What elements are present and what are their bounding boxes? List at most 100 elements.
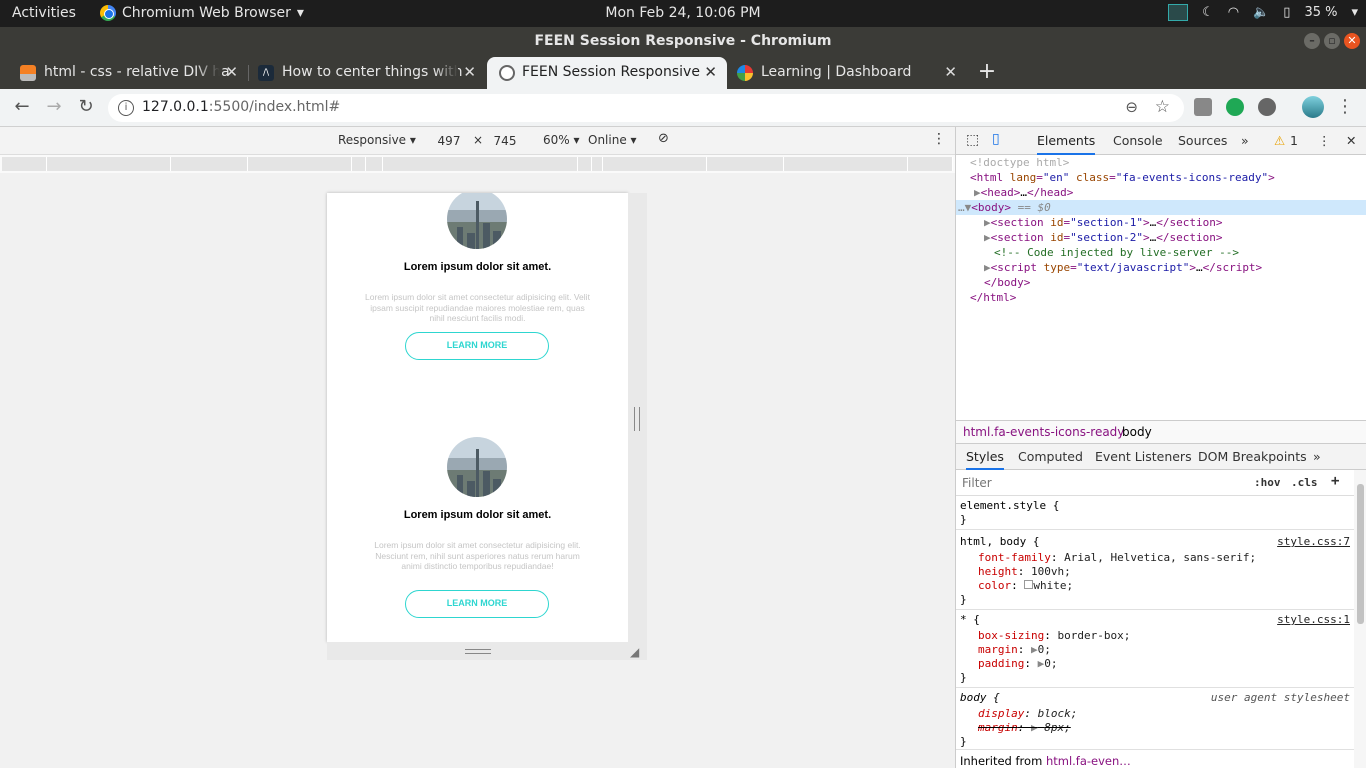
css-property[interactable]: height: 100vh;: [978, 565, 1071, 579]
grammarly-icon[interactable]: [1226, 98, 1244, 116]
tab-strip: html - css - relative DIV ha ✕ /\ How to…: [0, 55, 1366, 89]
zoom-select[interactable]: 60% ▾: [543, 133, 580, 147]
bookmark-star-icon[interactable]: ☆: [1155, 97, 1170, 117]
new-rule-button[interactable]: +: [1331, 473, 1339, 489]
close-devtools-icon[interactable]: ✕: [1346, 133, 1356, 148]
hov-toggle[interactable]: :hov: [1254, 476, 1281, 489]
dom-html-node[interactable]: <html lang="en" class="fa-events-icons-r…: [956, 170, 1366, 185]
compass-extension-icon[interactable]: [1258, 98, 1276, 116]
device-select[interactable]: Responsive ▾: [338, 133, 416, 147]
close-tab-icon[interactable]: ✕: [463, 57, 476, 87]
dom-comment-node[interactable]: <!-- Code injected by live-server -->: [956, 245, 1366, 260]
system-monitor-icon[interactable]: [1168, 4, 1189, 21]
tab-console[interactable]: Console: [1113, 133, 1163, 148]
warning-icon[interactable]: ⚠: [1274, 133, 1285, 148]
avatar[interactable]: [1302, 96, 1324, 118]
styles-scrollbar[interactable]: [1354, 470, 1366, 768]
rule-source-link[interactable]: style.css:7: [1277, 535, 1350, 549]
back-button[interactable]: ←: [11, 97, 33, 119]
wifi-icon: ◠: [1227, 5, 1240, 20]
dom-tree[interactable]: <!doctype html> <html lang="en" class="f…: [956, 155, 1366, 420]
breadcrumb-body[interactable]: body: [1122, 425, 1152, 439]
inspect-element-icon[interactable]: ⬚: [966, 132, 979, 148]
tab-center-things[interactable]: /\ How to center things with ✕: [238, 57, 486, 89]
dom-html-close[interactable]: </html>: [956, 290, 1366, 305]
city-image: [447, 437, 507, 497]
rule-selector[interactable]: * {: [960, 613, 980, 627]
menu-kebab-icon[interactable]: ⋮: [1334, 97, 1356, 119]
new-tab-button[interactable]: +: [976, 59, 998, 85]
learn-more-button[interactable]: LEARN MORE: [405, 332, 549, 360]
media-query-bar[interactable]: [0, 155, 955, 173]
breadcrumb-html[interactable]: html.fa-events-icons-ready: [963, 425, 1124, 439]
address-bar[interactable]: i 127.0.0.1:5500/index.html# ⊖ ☆: [108, 94, 1184, 122]
styles-filter-input[interactable]: [962, 475, 1242, 491]
close-tab-icon[interactable]: ✕: [704, 57, 717, 87]
maximize-button[interactable]: ▫: [1324, 33, 1340, 49]
more-tabs-icon[interactable]: »: [1313, 449, 1321, 464]
rule-close: }: [960, 735, 967, 748]
css-property[interactable]: font-family: Arial, Helvetica, sans-seri…: [978, 551, 1256, 565]
inherited-node-link[interactable]: html.fa-even…: [1046, 754, 1131, 768]
resize-corner-handle[interactable]: ◢: [630, 645, 639, 659]
tab-sources[interactable]: Sources: [1178, 133, 1227, 148]
forward-button[interactable]: →: [43, 97, 65, 119]
battery-level: 35 %: [1304, 5, 1338, 20]
tab-event-listeners[interactable]: Event Listeners: [1095, 449, 1192, 464]
extension-icon[interactable]: [1194, 98, 1212, 116]
dom-section-node[interactable]: ▶<section id="section-2">…</section>: [956, 230, 1366, 245]
close-tab-icon[interactable]: ✕: [944, 57, 957, 87]
css-property[interactable]: padding: ▶0;: [978, 657, 1057, 671]
dom-script-node[interactable]: ▶<script type="text/javascript">…</scrip…: [956, 260, 1366, 275]
resize-handle-bottom[interactable]: [327, 642, 647, 660]
tab-learning-dashboard[interactable]: Learning | Dashboard ✕: [727, 57, 967, 89]
dom-body-close[interactable]: </body>: [956, 275, 1366, 290]
minimize-button[interactable]: –: [1304, 33, 1320, 49]
tab-styles[interactable]: Styles: [966, 449, 1004, 470]
clock[interactable]: Mon Feb 24, 10:06 PM: [0, 5, 1366, 21]
device-toolbar: Responsive ▾ × 60% ▾ Online ▾ ⊘ ⋮: [0, 127, 955, 155]
rule-selector[interactable]: body {: [960, 691, 1000, 705]
resize-handle-right[interactable]: [628, 193, 647, 642]
system-tray[interactable]: ☾ ◠ 🔈 ▯ 35 % ▾: [1168, 4, 1358, 21]
rule-selector[interactable]: element.style {: [960, 499, 1059, 513]
css-property[interactable]: box-sizing: border-box;: [978, 629, 1130, 643]
night-light-icon: ☾: [1202, 5, 1214, 20]
dom-head-node[interactable]: ▶<head>…</head>: [956, 185, 1366, 200]
more-tabs-icon[interactable]: »: [1241, 133, 1249, 148]
rule-selector[interactable]: html, body {: [960, 535, 1039, 549]
tab-computed[interactable]: Computed: [1018, 449, 1083, 464]
colorful-favicon: [737, 65, 753, 81]
dom-section-node[interactable]: ▶<section id="section-1">…</section>: [956, 215, 1366, 230]
url-text[interactable]: 127.0.0.1:5500/index.html#: [142, 99, 340, 115]
cls-toggle[interactable]: .cls: [1291, 476, 1318, 489]
zoom-icon[interactable]: ⊖: [1125, 98, 1138, 116]
devtools-menu-icon[interactable]: ⋮: [1318, 133, 1331, 148]
tab-elements[interactable]: Elements: [1037, 133, 1096, 155]
network-throttle-select[interactable]: Online ▾: [588, 133, 637, 147]
viewport-width-input[interactable]: [429, 132, 469, 150]
learn-more-button[interactable]: LEARN MORE: [405, 590, 549, 618]
dom-body-node[interactable]: …▼<body> == $0: [956, 200, 1366, 215]
tab-stackoverflow[interactable]: html - css - relative DIV ha ✕: [0, 57, 248, 89]
card-title: Lorem ipsum dolor sit amet.: [403, 261, 552, 273]
device-options-icon[interactable]: ⋮: [932, 131, 946, 147]
city-image: [447, 193, 507, 249]
device-toggle-icon[interactable]: ▯: [992, 131, 1000, 147]
warning-count[interactable]: 1: [1290, 133, 1298, 148]
info-icon[interactable]: i: [118, 100, 134, 116]
close-window-button[interactable]: ✕: [1344, 33, 1360, 49]
rotate-icon[interactable]: ⊘: [658, 131, 669, 146]
css-property[interactable]: color: white;: [978, 579, 1073, 593]
tab-feen-session[interactable]: FEEN Session Responsive ✕: [487, 57, 727, 89]
chevron-down-icon: ▾: [1351, 5, 1358, 20]
reload-button[interactable]: ↻: [75, 97, 97, 119]
dom-doctype[interactable]: <!doctype html>: [956, 155, 1366, 170]
css-property[interactable]: margin: ▶0;: [978, 643, 1051, 657]
rule-source-link[interactable]: style.css:1: [1277, 613, 1350, 627]
tab-dom-breakpoints[interactable]: DOM Breakpoints: [1198, 449, 1307, 464]
styles-tab-bar: Styles Computed Event Listeners DOM Brea…: [956, 444, 1366, 470]
close-tab-icon[interactable]: ✕: [225, 57, 238, 87]
card-text: Lorem ipsum dolor sit amet consectetur a…: [365, 292, 590, 323]
viewport-height-input[interactable]: [485, 132, 525, 150]
